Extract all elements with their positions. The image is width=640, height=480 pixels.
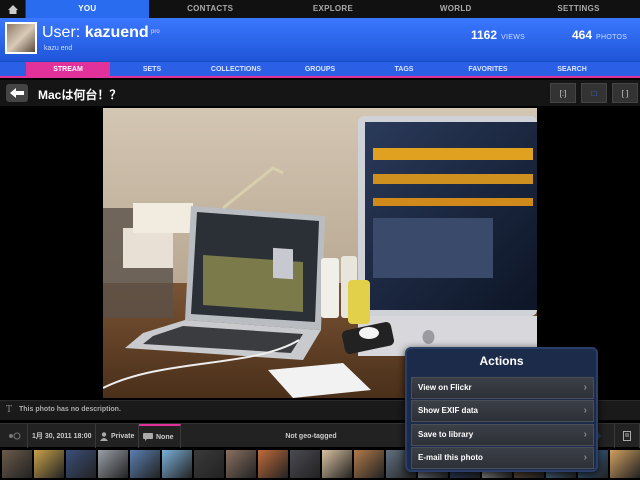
- home-button[interactable]: [0, 0, 26, 18]
- filmstrip-thumbnail[interactable]: [66, 450, 96, 478]
- filmstrip-thumbnail[interactable]: [162, 450, 192, 478]
- date-taken: 1月 30, 2011 18:00: [28, 424, 96, 448]
- comments-label: None: [156, 433, 174, 441]
- filmstrip-thumbnail[interactable]: [34, 450, 64, 478]
- pro-badge: pro: [151, 29, 160, 35]
- filmstrip-thumbnail[interactable]: [258, 450, 288, 478]
- filmstrip-thumbnail[interactable]: [610, 450, 640, 478]
- filmstrip-thumbnail[interactable]: [130, 450, 160, 478]
- subtab-groups[interactable]: GROUPS: [278, 62, 362, 76]
- email-photo-label: E-mail this photo: [418, 453, 483, 462]
- subtab-favorites[interactable]: FAVORITES: [446, 62, 530, 76]
- view-on-flickr-button[interactable]: View on Flickr ›: [411, 377, 594, 399]
- views-stat: 1162 VIEWS: [471, 28, 525, 42]
- actions-popover: Actions View on Flickr › Show EXIF data › …: [405, 347, 598, 472]
- text-icon: T: [6, 405, 13, 415]
- filmstrip-thumbnail[interactable]: [226, 450, 256, 478]
- tab-explore[interactable]: EXPLORE: [272, 0, 395, 18]
- geo-cell[interactable]: [0, 424, 28, 448]
- info-panel-button[interactable]: [614, 424, 640, 448]
- description-text: This photo has no description.: [19, 406, 121, 413]
- tab-contacts[interactable]: CONTACTS: [149, 0, 272, 18]
- geo-status: Not geo-tagged: [285, 432, 337, 440]
- chevron-right-icon: ›: [583, 452, 587, 463]
- stream-tabs: STREAM SETS COLLECTIONS GROUPS TAGS FAVO…: [0, 62, 640, 78]
- filmstrip-thumbnail[interactable]: [322, 450, 352, 478]
- photos-label: PHOTOS: [596, 34, 628, 41]
- filmstrip-thumbnail[interactable]: [194, 450, 224, 478]
- email-photo-button[interactable]: E-mail this photo ›: [411, 447, 594, 469]
- views-count: 1162: [471, 28, 498, 42]
- show-exif-button[interactable]: Show EXIF data ›: [411, 400, 594, 422]
- comments-cell[interactable]: None: [139, 424, 181, 448]
- location-dots-icon: [8, 432, 20, 440]
- photo-title: Macは何台！？: [38, 88, 122, 102]
- photos-count: 464: [572, 28, 593, 42]
- back-button[interactable]: [6, 84, 28, 102]
- view-mode-single-button[interactable]: □: [581, 83, 607, 103]
- top-nav: YOU CONTACTS EXPLORE WORLD SETTINGS: [0, 0, 640, 18]
- subtab-collections[interactable]: COLLECTIONS: [194, 62, 278, 76]
- save-to-library-label: Save to library: [418, 430, 474, 439]
- filmstrip-thumbnail[interactable]: [354, 450, 384, 478]
- chevron-right-icon: ›: [583, 429, 587, 440]
- tab-settings[interactable]: SETTINGS: [517, 0, 640, 18]
- view-mode-grid-button[interactable]: [:]: [550, 83, 576, 103]
- back-arrow-icon: [10, 88, 24, 98]
- comment-bubble-icon: [143, 433, 153, 441]
- person-icon: [100, 431, 108, 441]
- show-exif-label: Show EXIF data: [418, 406, 479, 415]
- home-icon: [7, 4, 18, 14]
- subtab-stream[interactable]: STREAM: [26, 62, 110, 76]
- subtab-sets[interactable]: SETS: [110, 62, 194, 76]
- user-name: kazuend: [84, 24, 149, 41]
- tab-you[interactable]: YOU: [26, 0, 149, 18]
- user-real-name: kazu end: [44, 45, 73, 52]
- views-label: VIEWS: [501, 34, 526, 41]
- view-on-flickr-label: View on Flickr: [418, 383, 472, 392]
- photos-stat: 464 PHOTOS: [572, 28, 627, 42]
- user-prefix: User:: [42, 24, 81, 41]
- filmstrip-thumbnail[interactable]: [290, 450, 320, 478]
- chevron-right-icon: ›: [583, 382, 587, 393]
- filmstrip-thumbnail[interactable]: [2, 450, 32, 478]
- panel-icon: [623, 431, 631, 441]
- privacy-label: Private: [111, 432, 135, 440]
- user-header: User: kazuend pro kazu end 1162 VIEWS 464…: [0, 18, 640, 62]
- chevron-right-icon: ›: [583, 405, 587, 416]
- user-title: User: kazuend: [42, 24, 149, 42]
- fullscreen-button[interactable]: [ ]: [612, 83, 638, 103]
- actions-title: Actions: [479, 354, 524, 368]
- avatar[interactable]: [5, 22, 37, 54]
- save-to-library-button[interactable]: Save to library ›: [411, 424, 594, 446]
- subtab-tags[interactable]: TAGS: [362, 62, 446, 76]
- photo-title-bar: Macは何台！？ [:] □ [ ]: [0, 80, 640, 106]
- privacy-cell[interactable]: Private: [96, 424, 139, 448]
- tab-world[interactable]: WORLD: [394, 0, 517, 18]
- filmstrip-thumbnail[interactable]: [98, 450, 128, 478]
- subtab-search[interactable]: SEARCH: [530, 62, 614, 76]
